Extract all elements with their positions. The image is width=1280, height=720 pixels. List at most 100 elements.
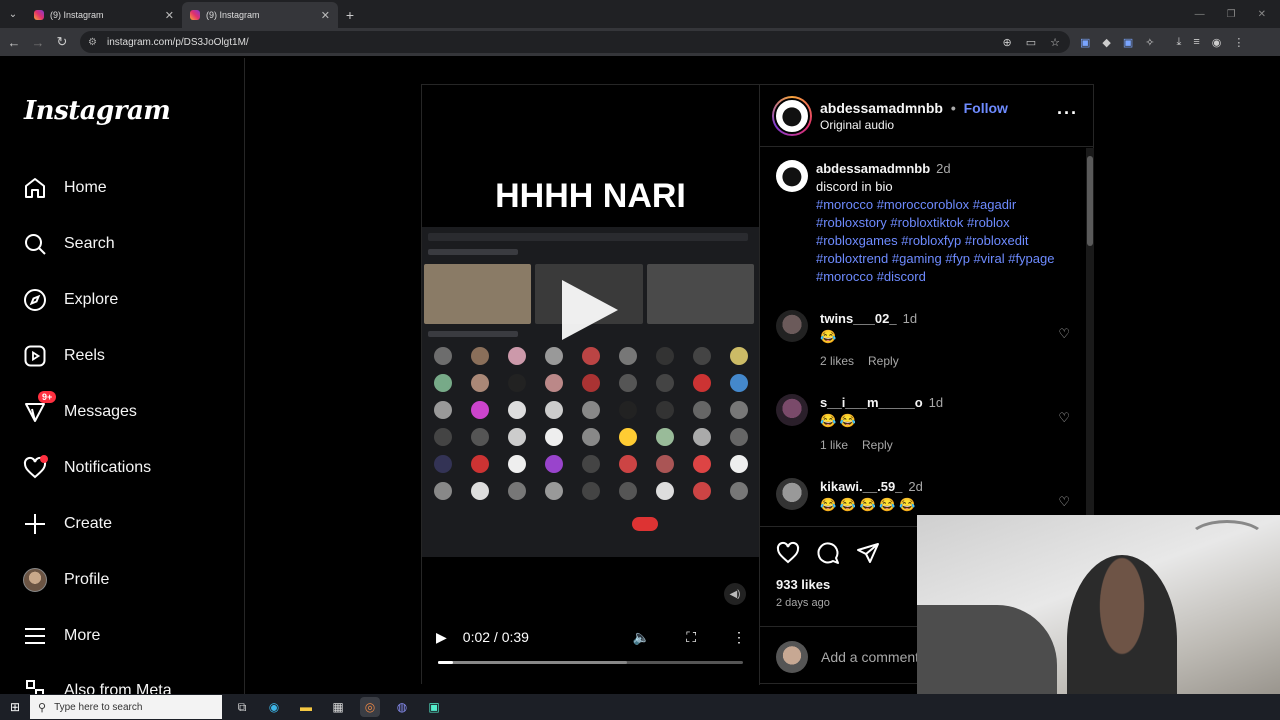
avatar[interactable] bbox=[776, 310, 808, 342]
comment-username[interactable]: twins___02_ bbox=[820, 311, 897, 326]
windows-start-icon[interactable]: ⊞ bbox=[0, 694, 30, 720]
video-time: 0:02 / 0:39 bbox=[462, 629, 529, 645]
caption-username[interactable]: abdessamadmnbb bbox=[816, 161, 930, 176]
tab-search-icon[interactable]: ⌄ bbox=[0, 0, 26, 28]
windows-taskbar: ⊞ ⚲ Type here to search ⧉ ◉ ▬ ▦ ◎ ◍ ▣ bbox=[0, 694, 1280, 720]
fullscreen-icon[interactable]: ⛶ bbox=[686, 629, 696, 646]
site-info-icon[interactable]: ⚙ bbox=[88, 37, 97, 48]
video-player[interactable]: HHHH NARI ◀) ▶ 0:02 / 0:39 🔈 ⛶ ⋮ bbox=[422, 85, 759, 685]
sidebar-item-search[interactable]: Search bbox=[22, 228, 222, 260]
reply-button[interactable]: Reply bbox=[862, 438, 893, 452]
reload-icon[interactable]: ↻ bbox=[50, 30, 74, 54]
store-icon[interactable]: ▦ bbox=[328, 697, 348, 717]
comment-bubble-icon[interactable] bbox=[816, 541, 840, 571]
sidebar-item-also-from-meta[interactable]: Also from Meta bbox=[22, 676, 222, 694]
download-icon[interactable]: ⤓ bbox=[1177, 36, 1182, 49]
taskbar-search[interactable]: ⚲ Type here to search bbox=[30, 695, 222, 719]
comment: s__i___m_____o 1d 😂 😂 1 like Reply ♡ bbox=[776, 394, 1076, 454]
like-comment-heart-icon[interactable]: ♡ bbox=[1058, 494, 1070, 510]
comment-likes[interactable]: 1 like bbox=[820, 438, 848, 452]
close-icon[interactable]: ✕ bbox=[165, 9, 174, 22]
share-icon[interactable] bbox=[856, 541, 880, 571]
discord-icon[interactable]: ◍ bbox=[392, 697, 412, 717]
back-icon[interactable]: ← bbox=[2, 30, 26, 54]
address-bar[interactable]: ⚙ instagram.com/p/DS3JoOlgt1M/ ⊕ ▭ ☆ bbox=[80, 31, 1070, 53]
sidebar-item-home[interactable]: Home bbox=[22, 172, 222, 204]
sidebar-item-label: Explore bbox=[64, 291, 119, 308]
edge-icon[interactable]: ◉ bbox=[264, 697, 284, 717]
browser-tab-bar: ⌄ (9) Instagram ✕ (9) Instagram ✕ + — ❐ … bbox=[0, 0, 1280, 28]
sidebar-item-label: More bbox=[64, 627, 101, 644]
menu-icon bbox=[22, 623, 48, 649]
like-heart-icon[interactable] bbox=[776, 541, 800, 571]
sidebar-item-messages[interactable]: 9+ Messages bbox=[22, 391, 222, 428]
comment-text: 😂 😂 😂 😂 😂 bbox=[820, 497, 916, 512]
account-icon[interactable]: ◉ bbox=[1212, 36, 1222, 49]
chrome-icon[interactable]: ◎ bbox=[360, 697, 380, 717]
comment-time: 1d bbox=[928, 395, 944, 410]
search-icon: ⚲ bbox=[38, 701, 47, 714]
browser-tab[interactable]: (9) Instagram ✕ bbox=[26, 2, 182, 28]
minimize-icon[interactable]: — bbox=[1195, 9, 1205, 20]
volume-icon[interactable]: 🔈 bbox=[633, 629, 650, 646]
bookmark-star-icon[interactable]: ☆ bbox=[1050, 36, 1060, 49]
reply-button[interactable]: Reply bbox=[868, 354, 899, 368]
author-username[interactable]: abdessamadmnbb bbox=[820, 100, 943, 116]
play-icon[interactable]: ▶ bbox=[436, 629, 447, 646]
instagram-favicon-icon bbox=[34, 10, 44, 20]
avatar[interactable] bbox=[776, 394, 808, 426]
sidebar-item-explore[interactable]: Explore bbox=[22, 284, 222, 316]
comment-input[interactable]: Add a comment... bbox=[821, 649, 931, 665]
like-comment-heart-icon[interactable]: ♡ bbox=[1058, 410, 1070, 426]
likes-count[interactable]: 933 likes bbox=[776, 577, 830, 592]
extension-icon[interactable]: ◆ bbox=[1102, 36, 1110, 49]
avatar[interactable] bbox=[776, 160, 808, 192]
separator-dot: • bbox=[950, 100, 956, 116]
task-view-icon[interactable]: ⧉ bbox=[232, 697, 252, 717]
video-progress-bar[interactable] bbox=[438, 661, 743, 664]
plus-icon bbox=[22, 511, 48, 537]
sidebar-item-profile[interactable]: Profile bbox=[22, 564, 222, 596]
comment-username[interactable]: s__i___m_____o bbox=[820, 395, 923, 410]
video-controls: ▶ 0:02 / 0:39 🔈 ⛶ ⋮ bbox=[436, 625, 746, 649]
volume-icon[interactable]: ◀) bbox=[724, 583, 746, 605]
follow-button[interactable]: Follow bbox=[964, 100, 1008, 116]
more-options-icon[interactable]: ⋮ bbox=[732, 629, 746, 646]
sidebar-item-create[interactable]: Create bbox=[22, 508, 222, 540]
file-explorer-icon[interactable]: ▬ bbox=[296, 697, 316, 717]
close-icon[interactable]: ✕ bbox=[321, 9, 330, 22]
cast-icon[interactable]: ▭ bbox=[1026, 36, 1036, 49]
post-header: abdessamadmnbb • Follow Original audio ·… bbox=[760, 85, 1094, 147]
comment: twins___02_ 1d 😂 2 likes Reply ♡ bbox=[776, 310, 1076, 370]
more-options-icon[interactable]: ··· bbox=[1057, 103, 1078, 124]
comment-likes[interactable]: 2 likes bbox=[820, 354, 854, 368]
sidebar-item-reels[interactable]: Reels bbox=[22, 340, 222, 372]
author-avatar[interactable] bbox=[772, 96, 812, 136]
audio-link[interactable]: Original audio bbox=[820, 118, 894, 132]
close-window-icon[interactable]: ✕ bbox=[1258, 9, 1266, 20]
zoom-icon[interactable]: ⊕ bbox=[1003, 36, 1012, 49]
caption-hashtags[interactable]: #morocco #moroccoroblox #agadir #robloxs… bbox=[816, 196, 1076, 286]
avatar[interactable] bbox=[776, 478, 808, 510]
puzzle-icon[interactable]: ✧ bbox=[1145, 36, 1154, 49]
tab-title: (9) Instagram bbox=[50, 10, 104, 20]
comment: kikawi.__.59_ 2d 😂 😂 😂 😂 😂 ♡ bbox=[776, 478, 1076, 514]
translate-icon[interactable]: ▣ bbox=[1080, 36, 1090, 49]
play-overlay-icon[interactable] bbox=[562, 280, 618, 340]
instagram-logo[interactable]: Instagram bbox=[24, 96, 171, 126]
extension-icon[interactable]: ▣ bbox=[1123, 36, 1133, 49]
video-buffered bbox=[438, 661, 628, 664]
new-tab-icon[interactable]: + bbox=[338, 2, 362, 28]
restore-icon[interactable]: ❐ bbox=[1227, 9, 1236, 20]
comments-scrollbar[interactable] bbox=[1086, 148, 1094, 526]
sidebar-item-notifications[interactable]: Notifications bbox=[22, 452, 222, 484]
sidebar-item-more[interactable]: More bbox=[22, 620, 222, 652]
reading-list-icon[interactable]: ≡ bbox=[1193, 36, 1199, 48]
app-icon[interactable]: ▣ bbox=[424, 697, 444, 717]
url-text: instagram.com/p/DS3JoOlgt1M/ bbox=[106, 36, 249, 48]
like-comment-heart-icon[interactable]: ♡ bbox=[1058, 326, 1070, 342]
forward-icon[interactable]: → bbox=[26, 30, 50, 54]
comment-username[interactable]: kikawi.__.59_ bbox=[820, 479, 902, 494]
browser-tab-active[interactable]: (9) Instagram ✕ bbox=[182, 2, 338, 28]
kebab-menu-icon[interactable]: ⋮ bbox=[1233, 36, 1244, 49]
